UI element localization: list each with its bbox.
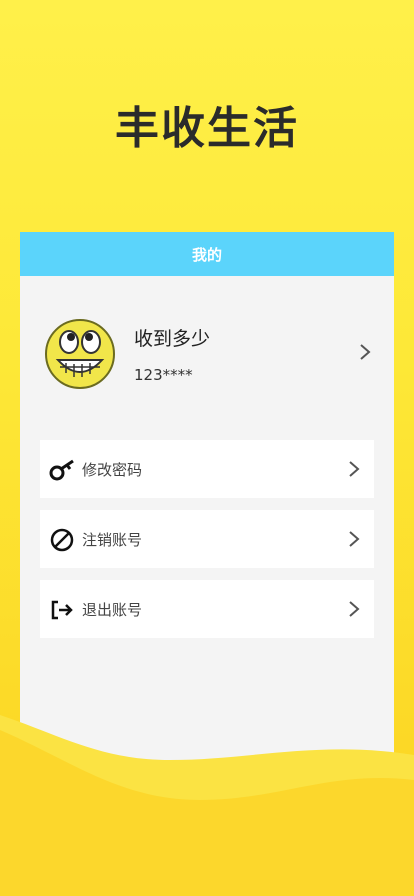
- chevron-right-icon: [349, 601, 360, 617]
- chevron-right-icon: [349, 531, 360, 547]
- chevron-right-icon: [349, 461, 360, 477]
- app-title: 丰收生活: [115, 103, 299, 154]
- nav-title: 我的: [191, 245, 222, 264]
- menu-item-logout[interactable]: 退出账号: [40, 580, 374, 638]
- menu-item-change-password[interactable]: 修改密码: [40, 440, 374, 498]
- menu-label: 修改密码: [82, 461, 143, 479]
- menu-item-cancel-account[interactable]: 注销账号: [40, 510, 374, 568]
- nav-bar: 我的: [20, 232, 394, 276]
- menu-label: 退出账号: [82, 601, 143, 619]
- smiley-face-icon: [45, 319, 115, 389]
- menu-label: 注销账号: [82, 531, 143, 549]
- phone-screen: 我的 收到多少 123**** 修改密码 注销账号 退出账号: [20, 232, 394, 896]
- chevron-right-icon: [360, 344, 371, 360]
- prohibited-icon: [50, 528, 74, 552]
- logout-icon: [51, 600, 73, 620]
- key-icon: [49, 459, 74, 481]
- profile-name: 收到多少: [134, 328, 211, 350]
- profile-row[interactable]: 收到多少 123****: [20, 300, 394, 410]
- profile-id: 123****: [134, 366, 193, 384]
